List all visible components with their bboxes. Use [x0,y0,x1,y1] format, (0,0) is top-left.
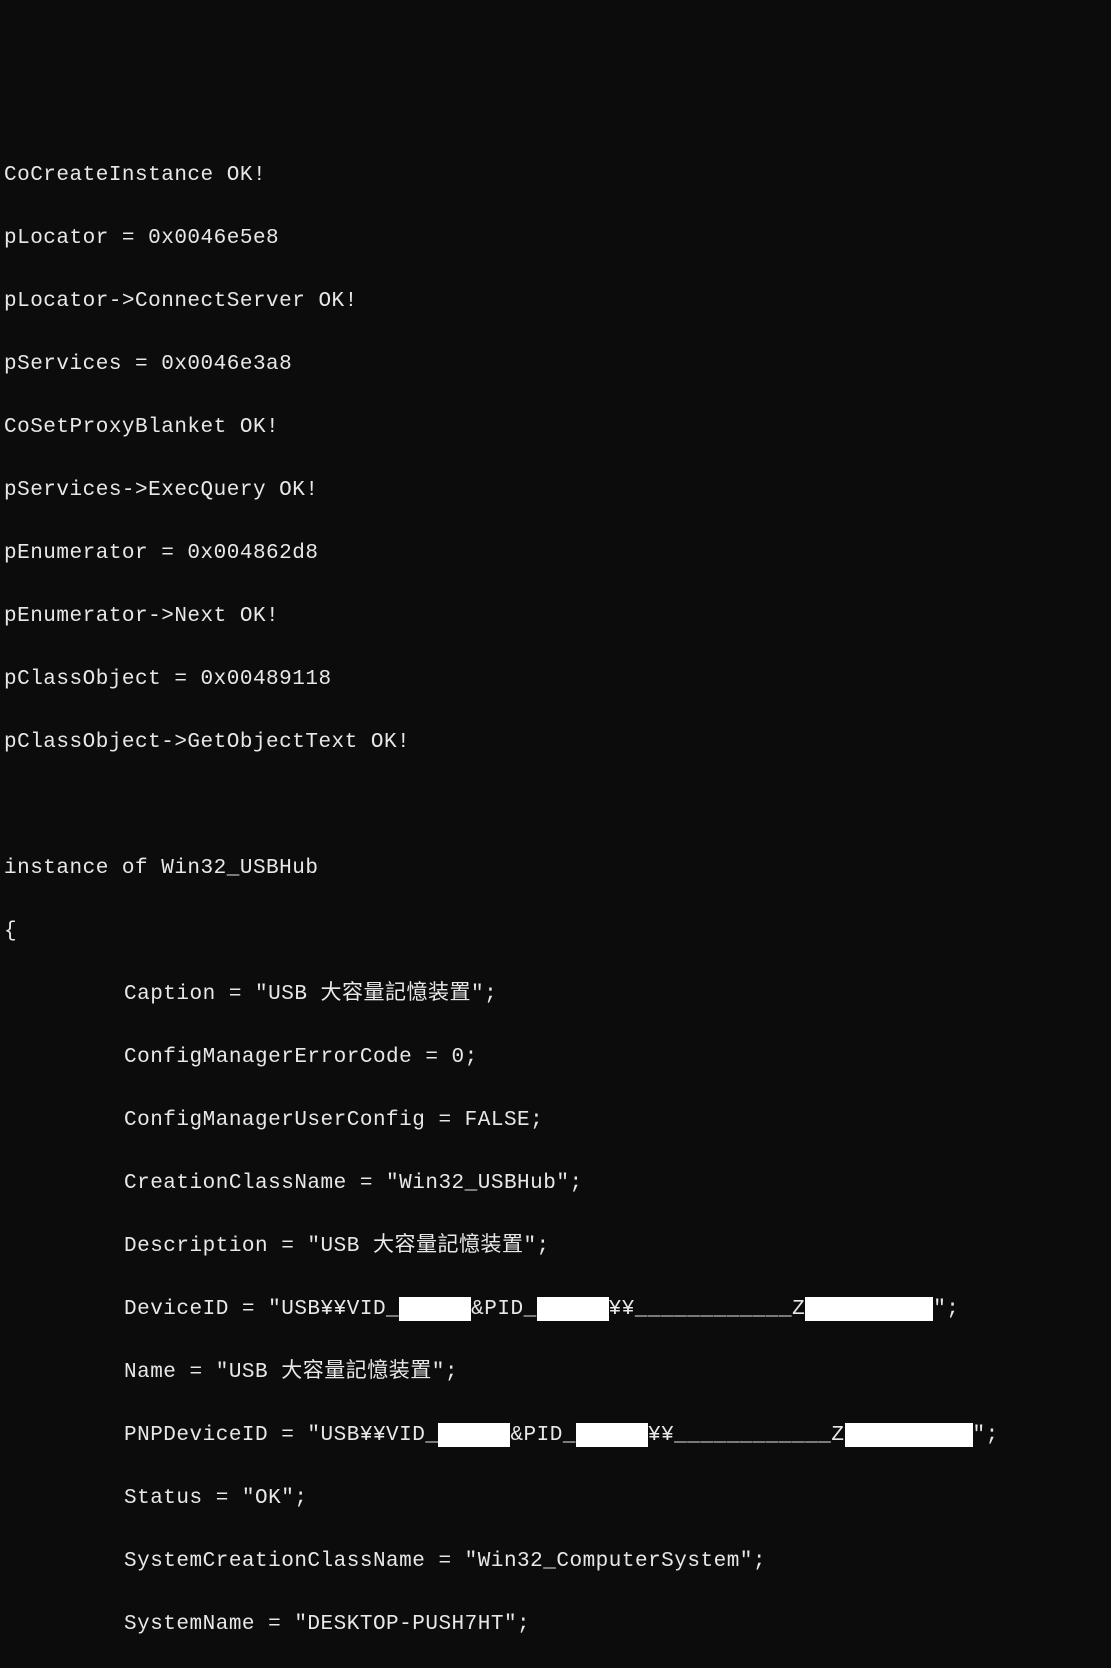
blank-line [4,790,1107,822]
redacted-block [399,1297,471,1321]
pnp-device-id-mid: &PID_ [510,1424,576,1447]
output-line: pClassObject->GetObjectText OK! [4,727,1107,759]
property-system-creation-class-name: SystemCreationClassName = "Win32_Compute… [4,1546,1107,1578]
property-name: Name = "USB 大容量記憶装置"; [4,1357,1107,1389]
property-system-name: SystemName = "DESKTOP-PUSH7HT"; [4,1609,1107,1641]
property-creation-class-name: CreationClassName = "Win32_USBHub"; [4,1168,1107,1200]
output-line: pEnumerator->Next OK! [4,601,1107,633]
pnp-device-id-prefix: PNPDeviceID = "USB¥¥VID_ [124,1424,438,1447]
device-id-prefix: DeviceID = "USB¥¥VID_ [124,1298,399,1321]
output-line: pEnumerator = 0x004862d8 [4,538,1107,570]
property-pnp-device-id: PNPDeviceID = "USB¥¥VID_ &PID_ ¥¥_________… [4,1420,1107,1452]
device-id-mid: &PID_ [471,1298,537,1321]
redacted-block [576,1423,648,1447]
device-id-end: "; [933,1298,959,1321]
output-line: pServices = 0x0046e3a8 [4,349,1107,381]
output-line: CoSetProxyBlanket OK! [4,412,1107,444]
property-caption: Caption = "USB 大容量記憶装置"; [4,979,1107,1011]
pnp-device-id-end: "; [973,1424,999,1447]
device-id-after: ¥¥____________Z [609,1298,806,1321]
brace-open: { [4,916,1107,948]
property-description: Description = "USB 大容量記憶装置"; [4,1231,1107,1263]
output-line: CoCreateInstance OK! [4,160,1107,192]
property-device-id: DeviceID = "USB¥¥VID_ &PID_ ¥¥____________… [4,1294,1107,1326]
redacted-block [845,1423,973,1447]
output-line: pClassObject = 0x00489118 [4,664,1107,696]
property-config-manager-error-code: ConfigManagerErrorCode = 0; [4,1042,1107,1074]
pnp-device-id-after: ¥¥____________Z [648,1424,845,1447]
redacted-block [805,1297,933,1321]
output-line: pServices->ExecQuery OK! [4,475,1107,507]
output-line: pLocator = 0x0046e5e8 [4,223,1107,255]
property-status: Status = "OK"; [4,1483,1107,1515]
instance-header: instance of Win32_USBHub [4,853,1107,885]
terminal-output: CoCreateInstance OK! pLocator = 0x0046e5… [0,126,1111,1668]
property-config-manager-user-config: ConfigManagerUserConfig = FALSE; [4,1105,1107,1137]
output-line: pLocator->ConnectServer OK! [4,286,1107,318]
redacted-block [537,1297,609,1321]
redacted-block [438,1423,510,1447]
